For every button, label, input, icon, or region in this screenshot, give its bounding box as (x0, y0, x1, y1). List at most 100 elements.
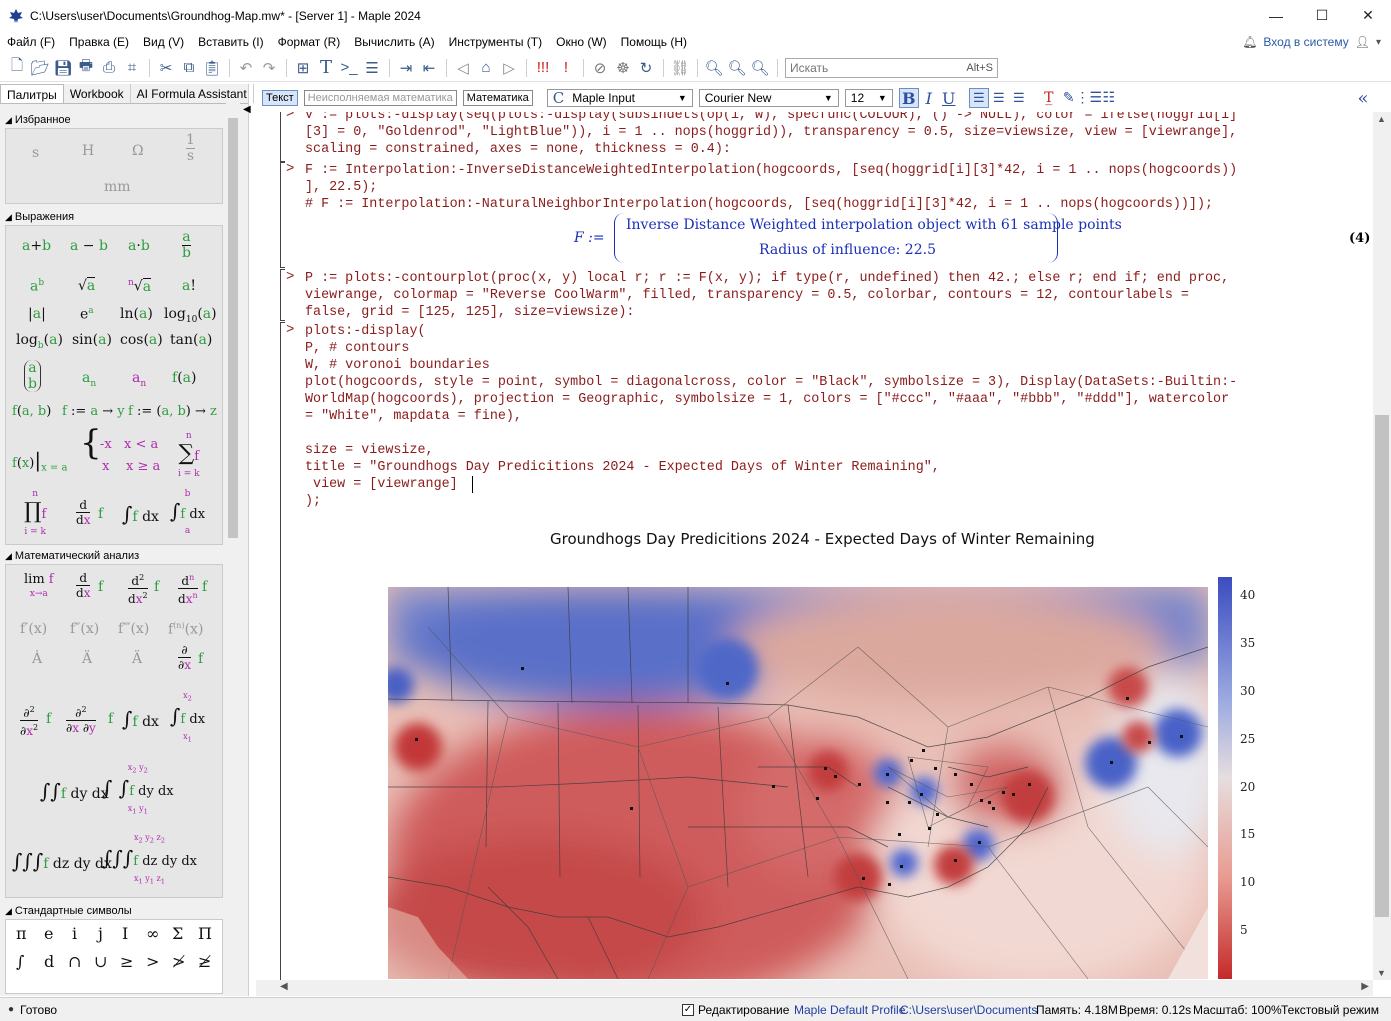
palette-item-sum[interactable]: n ∑f i = k (178, 430, 200, 481)
code-line[interactable]: ); (305, 493, 321, 510)
bell-icon[interactable]: 🔔︎ (1242, 35, 1257, 49)
contour-map-plot[interactable] (388, 587, 1208, 979)
execute-all-icon[interactable]: !!! (532, 57, 554, 79)
debug-icon[interactable]: ☸ (612, 57, 634, 79)
restart-icon[interactable]: ↻ (635, 57, 657, 79)
menu-file[interactable]: Файл (F) (0, 35, 62, 49)
font-dropdown[interactable]: Courier New ▼ (698, 89, 839, 107)
palette-item-subscript-n[interactable]: an (82, 370, 96, 389)
italic-button[interactable]: I (919, 88, 939, 108)
code-line[interactable]: = "White", mapdata = fine), (305, 408, 522, 425)
palette-item-eval-at[interactable]: f(x)|x = a (12, 448, 67, 474)
palette-item-limit[interactable]: lim f x→a (24, 573, 54, 601)
tab-workbook[interactable]: Workbook (64, 84, 131, 103)
symbol-intersection[interactable]: ∩ (68, 952, 81, 971)
scroll-left-icon[interactable]: ◀ (280, 981, 288, 992)
palette-item-fn[interactable]: f(n)(x) (168, 621, 203, 638)
code-line[interactable]: W, # voronoi boundaries (305, 357, 490, 374)
login-link[interactable]: Вход в систему (1263, 35, 1348, 49)
forward-icon[interactable]: ▷ (498, 57, 520, 79)
palette-item-abs[interactable]: |a| (28, 306, 46, 322)
symbol-integral[interactable]: ∫ (16, 952, 24, 971)
palette-item-partial2[interactable]: ∂2 ∂x2 (20, 703, 39, 738)
align-center-icon[interactable]: ☰ (989, 88, 1009, 108)
menu-view[interactable]: Вид (V) (136, 35, 191, 49)
symbol-i[interactable]: i (72, 924, 77, 943)
print-icon[interactable]: 🖶 (75, 57, 97, 79)
status-path[interactable]: C:\Users\user\Documents (900, 1003, 1037, 1017)
text-color-icon[interactable]: T̲ (1039, 88, 1059, 108)
text-mode-icon[interactable]: T (315, 57, 337, 79)
palette-item-double-integral[interactable]: ∫∫f dy dx (40, 779, 109, 803)
collapse-panel-icon[interactable]: « (1353, 88, 1373, 109)
style-dropdown[interactable]: C Maple Input ▼ (546, 89, 693, 107)
align-left-icon[interactable]: ☰ (968, 88, 989, 108)
stop-icon[interactable]: ⊘ (589, 57, 611, 79)
home-icon[interactable]: ⌂ (475, 57, 497, 79)
palette-item-integral[interactable]: ∫f dx (122, 707, 159, 731)
code-line[interactable]: scaling = constrained, axes = none, thic… (305, 141, 731, 158)
palette-item-logb[interactable]: logb(a) (16, 332, 63, 351)
menu-edit[interactable]: Правка (E) (62, 35, 136, 49)
bold-button[interactable]: B (898, 88, 919, 108)
menu-format[interactable]: Формат (R) (271, 35, 348, 49)
palette-item-triple-def-integral[interactable]: x2 y2 z2 ∫∫∫f dz dy dx x1 y1 z1 (102, 831, 197, 888)
section-calculus[interactable]: ◢ Математический анализ (5, 548, 223, 564)
section-standard-symbols[interactable]: ◢ Стандартные символы (5, 903, 223, 919)
palette-item-omega[interactable]: Ω (132, 143, 144, 159)
symbol-pi-capital[interactable]: Π (198, 924, 212, 943)
execution-group-bracket[interactable] (280, 322, 285, 980)
search-box[interactable]: Alt+S (785, 58, 998, 78)
palette-item-piecewise[interactable]: {-x x < a x x ≥ a (80, 426, 160, 478)
palette-item-double-def-integral[interactable]: x2 y2 ∫ ∫f dy dx x1 y1 (102, 761, 174, 818)
editing-checkbox[interactable]: ✓ (682, 1003, 694, 1016)
code-line[interactable]: plot(hogcoords, style = point, symbol = … (305, 374, 1237, 391)
palette-item-dn-dxn[interactable]: dn dxn (178, 571, 198, 606)
code-line[interactable]: title = "Groundhogs Day Predicitions 202… (305, 459, 940, 476)
worksheet[interactable]: > V := plots:-display(seq(plots:-display… (256, 112, 1391, 980)
collapse-triangle-icon[interactable]: ◢ (5, 551, 12, 562)
bullet-list-icon[interactable]: ⋮☰ (1075, 88, 1102, 108)
code-line[interactable]: ], 22.5); (305, 179, 377, 196)
document-scrollbar-thumb[interactable] (1375, 415, 1389, 917)
math-mode-icon[interactable]: ⊞ (292, 57, 314, 79)
tab-ai-formula-assistant[interactable]: AI Formula Assistant (131, 84, 254, 103)
symbol-pi[interactable]: π (16, 924, 27, 943)
copy-icon[interactable]: ⧉ (178, 57, 200, 79)
palette-item-partial-xy[interactable]: ∂2 ∂x ∂y (66, 703, 96, 735)
palette-item-fdoubleprime[interactable]: f″(x) (70, 621, 99, 637)
symbol-j[interactable]: j (98, 924, 103, 943)
zoom-reset-icon[interactable]: 🔍︎ (749, 57, 771, 79)
palette-item-nth-root[interactable]: n√a (128, 277, 152, 295)
maple-input-icon[interactable]: >_ (338, 57, 360, 79)
collapse-palette-icon[interactable]: ◀ (243, 104, 253, 122)
underline-button[interactable]: U (939, 88, 959, 108)
palette-item-fprime[interactable]: f′(x) (20, 621, 47, 637)
scroll-down-icon[interactable]: ▼ (1377, 968, 1386, 978)
symbol-sigma[interactable]: Σ (172, 924, 183, 943)
scroll-right-icon[interactable]: ▶ (1361, 981, 1369, 992)
open-icon[interactable]: 📂︎ (29, 57, 51, 79)
execute-icon[interactable]: ! (555, 57, 577, 79)
scroll-up-icon[interactable]: ▲ (1377, 114, 1386, 124)
cut-icon[interactable]: ✂ (155, 57, 177, 79)
palette-item-d-dx-f[interactable]: f (98, 579, 103, 595)
palette-item-product[interactable]: n ∏f i = k (24, 488, 46, 539)
palette-item-factorial[interactable]: a! (182, 278, 196, 294)
document-horizontal-scrollbar[interactable]: ◀ ▶ (256, 980, 1373, 996)
indent-icon[interactable]: ⇥ (395, 57, 417, 79)
palette-item-h[interactable]: H (82, 143, 94, 159)
palette-item-arrow-function[interactable]: f := a → y (62, 404, 125, 419)
math-mode-button[interactable]: Математика (462, 90, 533, 106)
palette-item-function-ab[interactable]: f(a, b) (12, 404, 51, 419)
palette-item-arrow-function-2[interactable]: f := (a, b) → z (128, 404, 217, 419)
code-line[interactable]: P, # contours (305, 340, 409, 357)
palette-item-d-dx[interactable]: d dx (76, 571, 91, 600)
symbol-not-geq[interactable]: ≱ (198, 952, 211, 971)
minimize-button[interactable]: — (1253, 0, 1299, 31)
maximize-button[interactable]: ☐ (1299, 0, 1345, 31)
link-icon[interactable]: ⛓ (669, 57, 691, 79)
execution-group-bracket[interactable] (280, 269, 285, 321)
undo-icon[interactable]: ↶ (235, 57, 257, 79)
code-line[interactable]: P := plots:-contourplot(proc(x, y) local… (305, 270, 1229, 287)
